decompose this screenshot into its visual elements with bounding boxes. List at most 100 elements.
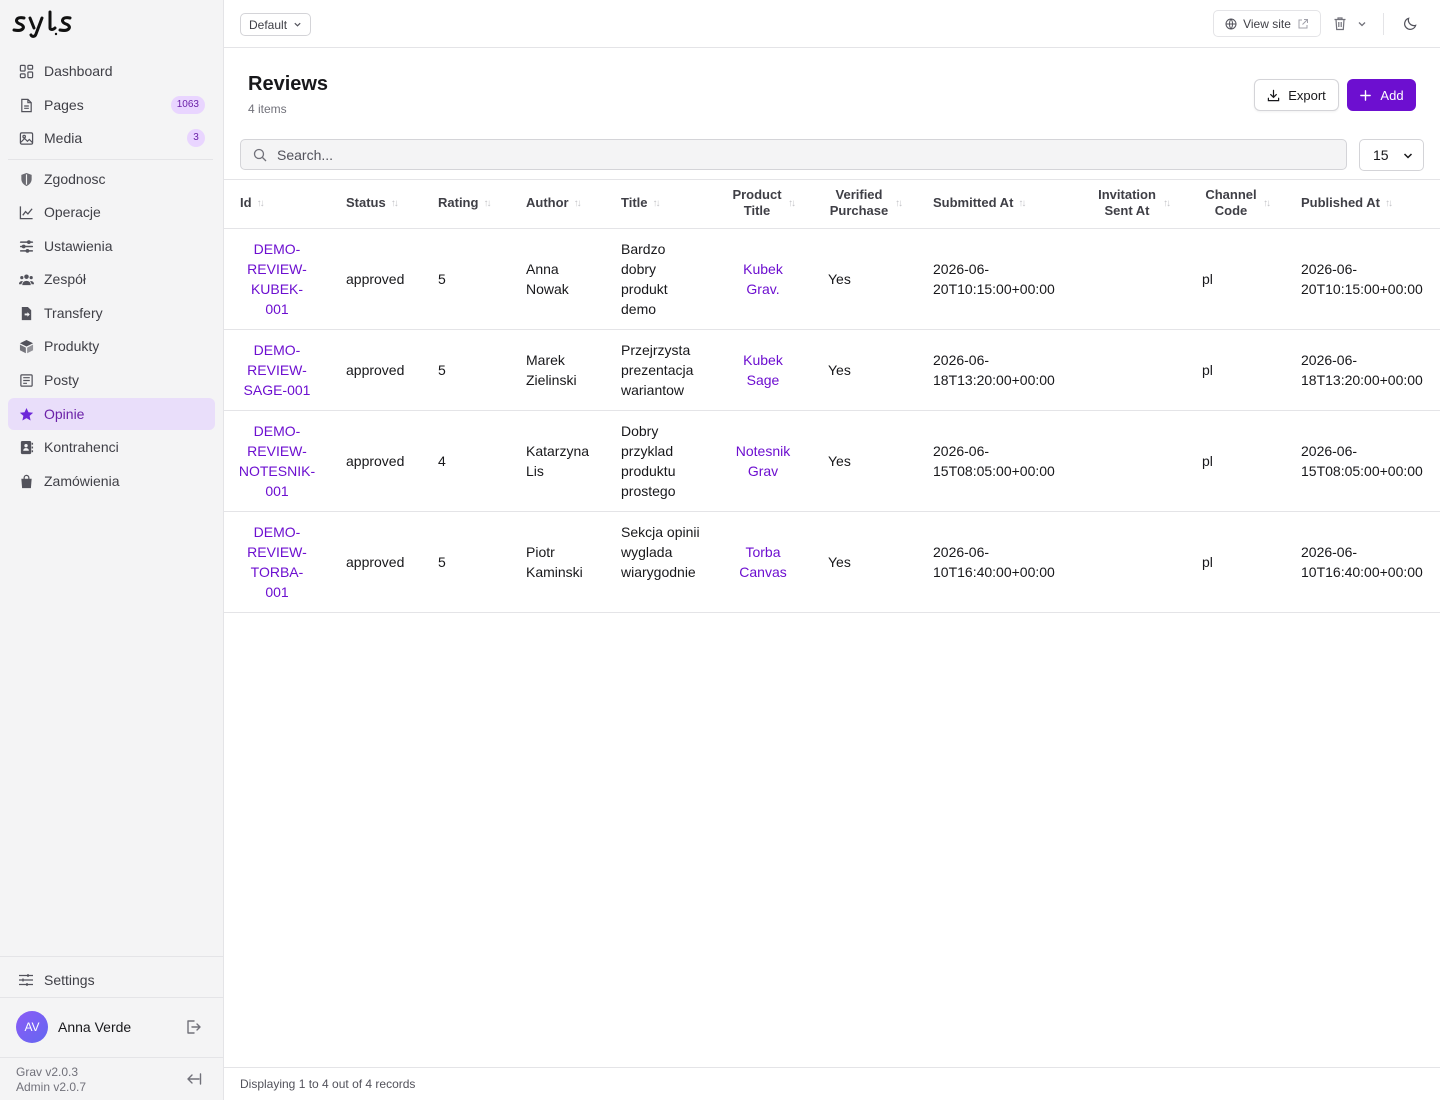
sort-icon: ↑↓ [652, 197, 661, 209]
search-box [240, 139, 1347, 170]
address-book-icon [18, 439, 34, 455]
sidebar-item-label: Produkty [44, 338, 100, 354]
column-header-id[interactable]: Id ↑↓ [240, 187, 265, 219]
title-cell: Przejrzysta prezentacja wariantow [621, 342, 694, 398]
plus-icon [1360, 89, 1372, 101]
status-cell: approved [346, 453, 405, 469]
sort-icon: ↑↓ [895, 197, 903, 209]
row-divider [224, 410, 1440, 411]
sidebar-item-label: Zespół [44, 271, 87, 287]
download-icon [1267, 89, 1280, 101]
export-label: Export [1288, 87, 1326, 103]
file-transfer-icon [18, 305, 34, 321]
column-header-title[interactable]: Title ↑↓ [621, 187, 661, 219]
dashboard-icon [18, 63, 34, 79]
sidebar-item-label: Pages [44, 97, 84, 113]
page-title: Reviews [248, 73, 329, 95]
author-cell: Marek Zielinski [526, 352, 577, 388]
chevron-down-icon[interactable] [1357, 19, 1367, 29]
rating-cell: 5 [438, 271, 446, 287]
column-header-invitation-sent-at[interactable]: Invitation Sent At ↑↓ [1096, 187, 1176, 219]
sidebar-divider [0, 956, 223, 957]
logout-icon[interactable] [184, 1018, 202, 1036]
sidebar-item-operacje[interactable]: Operacje [8, 196, 215, 228]
product-title-link[interactable]: Kubek Grav. [728, 259, 798, 299]
sidebar-item-label: Opinie [44, 406, 85, 422]
submitted-at-cell: 2026-06- 20T10:15:00+00:00 [933, 261, 1055, 297]
review-id-link[interactable]: DEMO-REVIEW-SAGE-001 [240, 340, 314, 400]
sidebar-item-label: Media [44, 130, 83, 146]
table-top-border [224, 179, 1440, 180]
per-page-select[interactable]: 15 [1359, 139, 1424, 171]
sidebar-item-kontrahenci[interactable]: Kontrahenci [8, 431, 215, 463]
sidebar-item-label: Transfery [44, 305, 103, 321]
shield-icon [18, 171, 34, 187]
title-cell: Sekcja opinii wyglada wiarygodnie [621, 524, 700, 580]
sidebar-item-ustawienia[interactable]: Ustawienia [8, 230, 215, 262]
pagination-info: Displaying 1 to 4 out of 4 records [240, 1077, 416, 1091]
product-title-link[interactable]: Kubek Sage [728, 350, 798, 390]
version-info: Grav v2.0.3 Admin v2.0.7 [16, 1065, 86, 1095]
sidebar-item-transfery[interactable]: Transfery [8, 297, 215, 329]
title-cell: Dobry przyklad produktu prostego [621, 423, 676, 499]
rating-cell: 5 [438, 554, 446, 570]
sidebar-item-dashboard[interactable]: Dashboard [8, 55, 215, 87]
submitted-at-cell: 2026-06- 10T16:40:00+00:00 [933, 544, 1055, 580]
sort-icon: ↑↓ [788, 197, 796, 209]
channel-code-cell: pl [1202, 362, 1213, 378]
column-header-product-title[interactable]: Product Title ↑↓ [731, 187, 797, 219]
chart-line-icon [18, 204, 34, 220]
column-header-published-at[interactable]: Published At ↑↓ [1301, 187, 1393, 219]
per-page-value: 15 [1373, 147, 1389, 163]
chevron-down-icon [294, 22, 301, 27]
product-title-link[interactable]: Notesnik Grav [728, 441, 798, 481]
collapse-sidebar-icon[interactable] [184, 1071, 202, 1087]
sidebar-item-opinie[interactable]: Opinie [8, 398, 215, 430]
sidebar-item-label: Operacje [44, 204, 101, 220]
column-header-author[interactable]: Author ↑↓ [526, 187, 582, 219]
sidebar-item-produkty[interactable]: Produkty [8, 330, 215, 362]
verified-cell: Yes [828, 453, 851, 469]
add-button[interactable]: Add [1347, 79, 1416, 111]
chevron-down-icon [1403, 153, 1413, 159]
column-header-channel-code[interactable]: Channel Code ↑↓ [1204, 187, 1272, 219]
review-id-link[interactable]: DEMO-REVIEW-TORBA-001 [240, 522, 314, 602]
column-header-rating[interactable]: Rating ↑↓ [438, 187, 491, 219]
moon-icon[interactable] [1403, 16, 1418, 31]
verified-cell: Yes [828, 362, 851, 378]
sidebar-item-zamowienia[interactable]: Zamówienia [8, 465, 215, 497]
row-divider [224, 329, 1440, 330]
settings-label: Settings [44, 972, 95, 988]
review-id-link[interactable]: DEMO-REVIEW-NOTESNIK-001 [237, 421, 317, 501]
users-icon [18, 271, 34, 287]
review-id-link[interactable]: DEMO-REVIEW-KUBEK-001 [240, 239, 314, 319]
column-header-verified-purchase[interactable]: Verified Purchase ↑↓ [828, 187, 903, 219]
pages-count-badge: 1063 [170, 96, 205, 114]
sidebar-divider [0, 1057, 223, 1058]
environment-select[interactable]: Default [240, 13, 312, 36]
sidebar-item-pages[interactable]: Pages 1063 [8, 89, 215, 121]
sliders-icon [18, 238, 34, 254]
sidebar-item-zgodnosc[interactable]: Zgodnosc [8, 163, 215, 195]
verified-cell: Yes [828, 271, 851, 287]
syls-logo[interactable] [12, 10, 82, 38]
product-title-link[interactable]: Torba Canvas [728, 542, 798, 582]
column-header-submitted-at[interactable]: Submitted At ↑↓ [933, 187, 1026, 219]
sort-icon: ↑↓ [573, 197, 582, 209]
sidebar-item-posty[interactable]: Posty [8, 364, 215, 396]
search-input[interactable] [277, 146, 1277, 163]
published-at-cell: 2026-06- 15T08:05:00+00:00 [1301, 443, 1423, 479]
sidebar-item-settings[interactable]: Settings [8, 964, 215, 996]
column-header-status[interactable]: Status ↑↓ [346, 187, 399, 219]
user-profile[interactable]: AV Anna Verde [16, 1011, 131, 1043]
sidebar-item-media[interactable]: Media 3 [8, 122, 215, 154]
sort-icon: ↑↓ [483, 197, 491, 209]
sidebar-item-zespol[interactable]: Zespół [8, 263, 215, 295]
author-cell: Anna Nowak [526, 261, 569, 297]
view-site-button[interactable]: View site [1213, 10, 1321, 37]
trash-icon[interactable] [1333, 16, 1347, 31]
author-cell: Katarzyna Lis [526, 443, 590, 479]
export-button[interactable]: Export [1254, 79, 1339, 111]
media-count-badge: 3 [187, 129, 205, 147]
channel-code-cell: pl [1202, 453, 1213, 469]
